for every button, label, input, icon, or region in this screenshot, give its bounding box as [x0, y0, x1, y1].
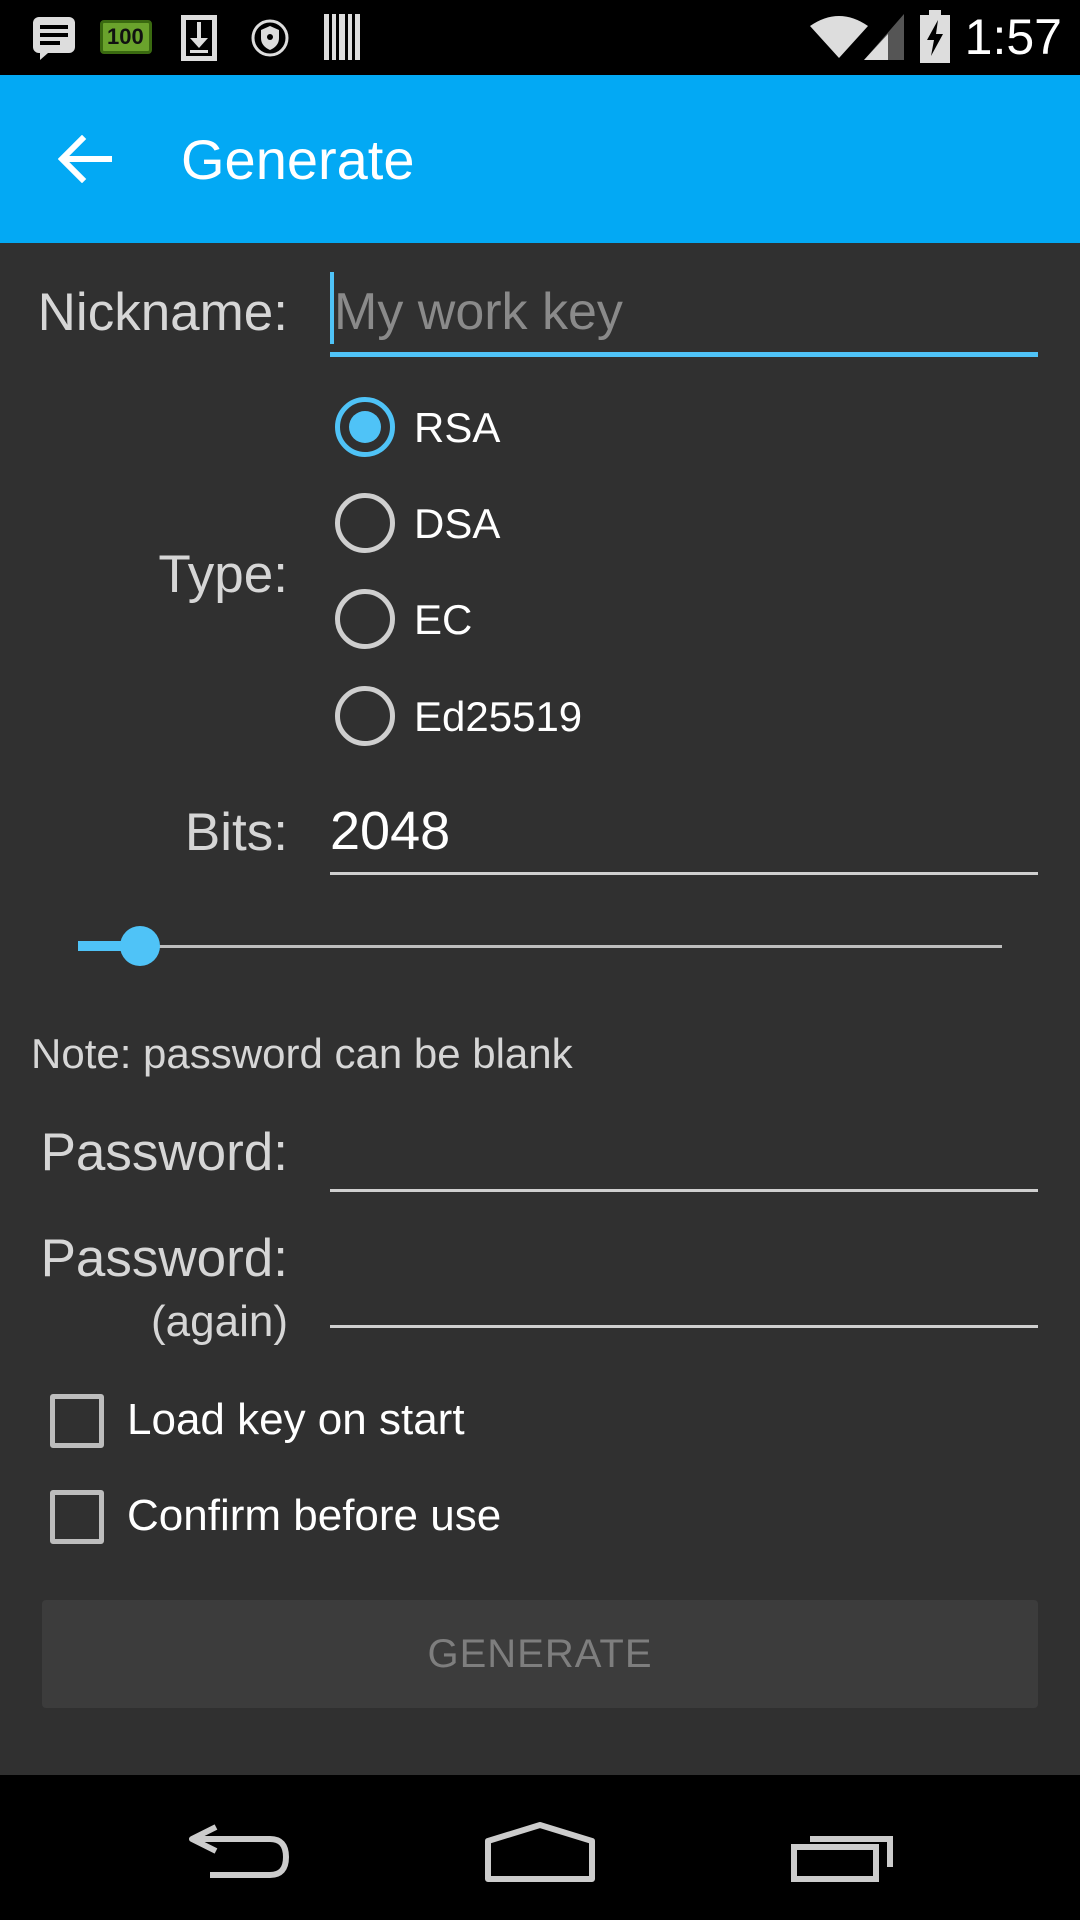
nickname-label: Nickname:	[37, 283, 288, 342]
confirm-before-use-label[interactable]: Confirm before use	[127, 1491, 501, 1541]
radio-rsa[interactable]	[335, 397, 395, 457]
radio-ed25519[interactable]	[335, 686, 395, 746]
barcode-icon	[324, 14, 360, 60]
confirm-before-use-checkbox[interactable]	[50, 1490, 104, 1544]
wifi-icon	[810, 16, 868, 58]
radio-ec[interactable]	[335, 589, 395, 649]
radio-dsa[interactable]	[335, 493, 395, 553]
battery-badge-icon: 100	[100, 20, 152, 54]
nickname-underline	[330, 352, 1038, 357]
download-icon	[181, 15, 217, 61]
navigation-bar	[0, 1775, 1080, 1920]
radio-rsa-label[interactable]: RSA	[414, 404, 500, 452]
password-label: Password:	[40, 1123, 288, 1182]
password-again-label: Password:	[40, 1229, 288, 1288]
radio-ec-label[interactable]: EC	[414, 596, 472, 644]
radio-dsa-label[interactable]: DSA	[414, 500, 500, 548]
bits-slider-thumb[interactable]	[120, 926, 160, 966]
page-title: Generate	[181, 128, 415, 191]
arrow-back-icon[interactable]	[58, 135, 112, 183]
bits-slider-track[interactable]	[78, 945, 1002, 948]
battery-charging-icon	[920, 10, 950, 63]
bits-input[interactable]: 2048	[330, 800, 450, 862]
password-input[interactable]	[330, 1189, 1038, 1192]
load-key-label[interactable]: Load key on start	[127, 1395, 465, 1445]
battery-badge-text: 100	[107, 24, 144, 49]
nav-recents-icon[interactable]	[790, 1825, 896, 1883]
radio-ed25519-label[interactable]: Ed25519	[414, 693, 582, 741]
load-key-checkbox[interactable]	[50, 1394, 104, 1448]
type-label: Type:	[158, 545, 288, 604]
password-note: Note: password can be blank	[31, 1030, 573, 1077]
bits-underline	[330, 872, 1038, 875]
vpn-shield-icon	[251, 19, 289, 57]
signal-icon	[864, 14, 904, 60]
bits-label: Bits:	[184, 803, 288, 862]
app-bar: Generate	[0, 75, 1080, 243]
notes-icon	[33, 17, 75, 60]
status-bar: 100 1:57	[0, 0, 1080, 75]
generate-button[interactable]: GENERATE	[42, 1600, 1038, 1708]
nav-back-icon[interactable]	[188, 1823, 292, 1881]
status-time: 1:57	[964, 9, 1062, 65]
password-again-input[interactable]	[330, 1325, 1038, 1328]
password-again-sublabel: (again)	[151, 1297, 288, 1346]
nav-home-icon[interactable]	[484, 1821, 596, 1883]
nickname-input[interactable]: My work key	[334, 282, 623, 342]
